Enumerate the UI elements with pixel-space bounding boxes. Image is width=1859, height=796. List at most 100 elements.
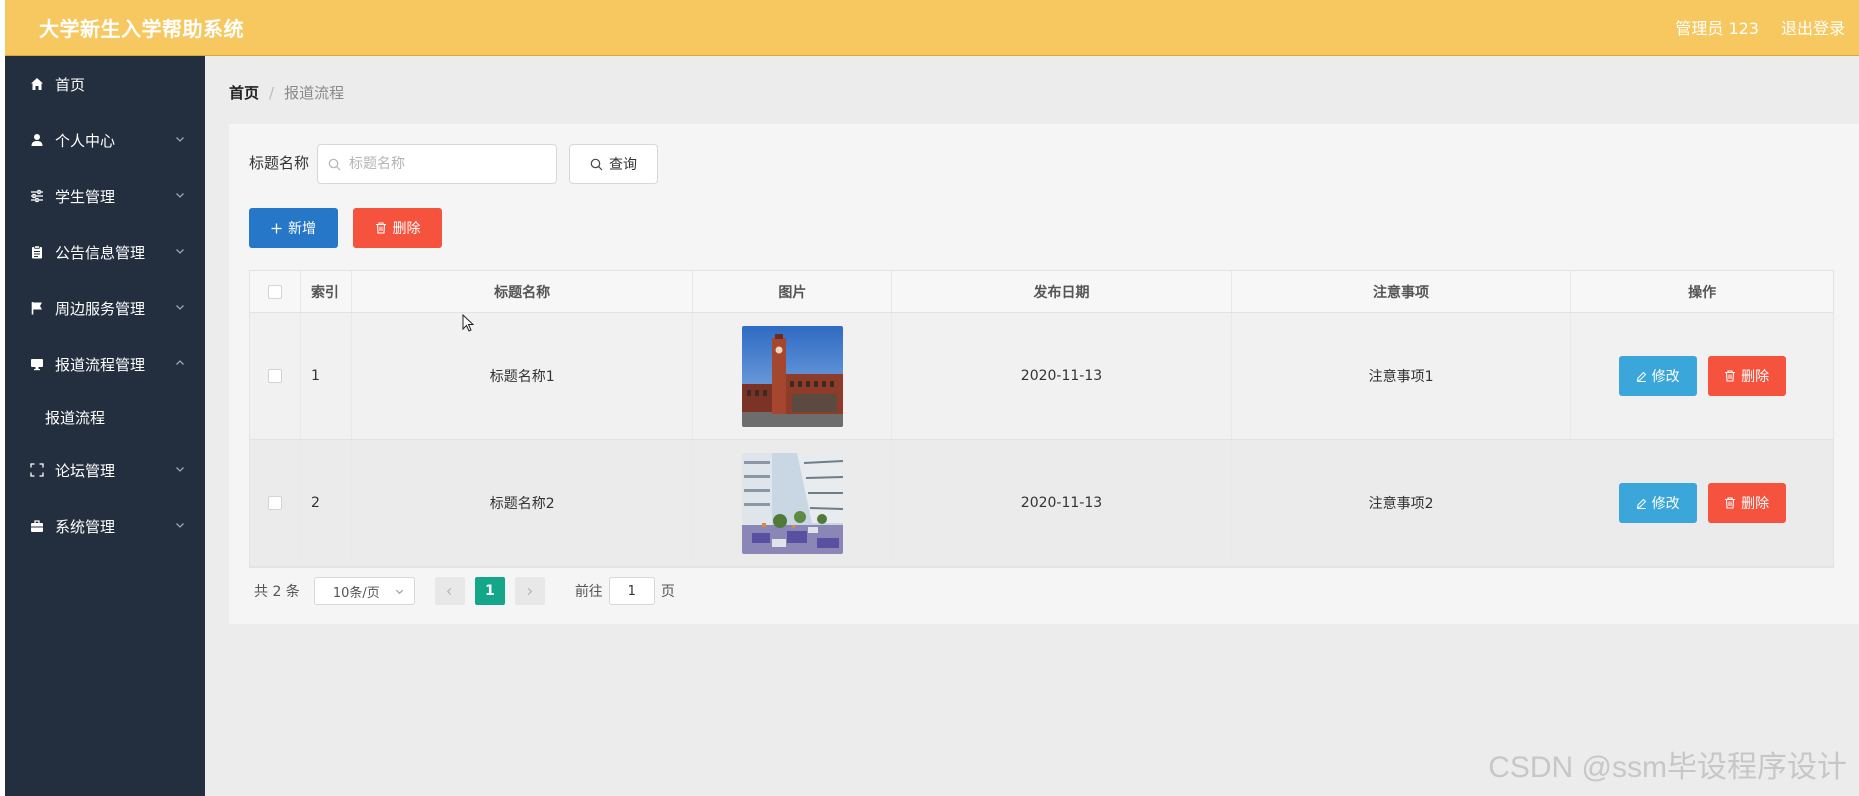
- sidebar-item-label: 个人中心: [55, 131, 116, 150]
- sidebar-item-label: 报道流程管理: [55, 355, 146, 374]
- chevron-down-icon: [176, 467, 184, 472]
- trash-icon: [1725, 497, 1736, 509]
- column-header-actions: 操作: [1688, 284, 1717, 301]
- row-notes: 注意事项1: [1232, 313, 1572, 439]
- breadcrumb-separator: /: [269, 83, 275, 102]
- mouse-cursor-icon: [462, 314, 474, 332]
- search-icon: [590, 158, 603, 170]
- delete-button-label: 删除: [1741, 369, 1770, 385]
- current-user-label: 管理员 123: [1675, 19, 1759, 38]
- edit-icon: [1636, 498, 1646, 509]
- chevron-down-icon: [176, 137, 184, 142]
- breadcrumb-home[interactable]: 首页: [229, 82, 259, 103]
- sidebar-item-personal-center[interactable]: 个人中心: [5, 112, 205, 168]
- add-button-label: 新增: [288, 221, 316, 237]
- row-checkbox[interactable]: [267, 369, 282, 383]
- pagination: 共 2 条 10条/页 1 前往 页: [249, 576, 675, 606]
- row-image-cell: [693, 313, 893, 439]
- list-panel: 标题名称 查询 新增 删除 索引 标题名称 图片 发布日期: [229, 124, 1859, 624]
- sidebar-item-report-process-management[interactable]: 报道流程管理: [5, 336, 205, 392]
- column-header-index: 索引: [301, 271, 352, 312]
- main-content: 首页 / 报道流程 标题名称 查询 新增 删除 索引 标题名称: [205, 56, 1859, 796]
- add-button[interactable]: 新增: [249, 208, 338, 248]
- sidebar-item-system-management[interactable]: 系统管理: [5, 498, 205, 554]
- sidebar-subitem-label: 报道流程: [45, 408, 106, 427]
- row-date: 2020-11-13: [892, 440, 1232, 566]
- chevron-down-icon: [176, 523, 184, 528]
- next-page-button[interactable]: [514, 577, 545, 605]
- search-input[interactable]: [349, 156, 539, 172]
- user-icon: [29, 132, 45, 148]
- row-title: 标题名称1: [352, 313, 694, 439]
- home-icon: [29, 76, 45, 92]
- batch-delete-button[interactable]: 删除: [353, 208, 442, 248]
- edit-button[interactable]: 修改: [1618, 483, 1697, 523]
- campus-courtyard-thumbnail[interactable]: [741, 452, 843, 554]
- chevron-down-icon: [395, 589, 403, 594]
- chevron-right-icon: [528, 587, 533, 595]
- sidebar-item-label: 周边服务管理: [55, 299, 146, 318]
- chevron-up-icon: [176, 360, 184, 365]
- logout-link[interactable]: 退出登录: [1781, 15, 1845, 39]
- sidebar-item-label: 系统管理: [55, 517, 116, 536]
- table-body: 1 标题名称1 2020-11-13 注意事项1 修改 删除 2 标题名称2 2…: [250, 313, 1833, 567]
- delete-button[interactable]: 删除: [1707, 483, 1786, 523]
- header-select-all: [250, 271, 301, 312]
- search-label: 标题名称: [249, 154, 310, 172]
- sidebar-item-student-management[interactable]: 学生管理: [5, 168, 205, 224]
- trash-icon: [1725, 370, 1736, 382]
- row-actions: 修改 删除: [1571, 440, 1833, 566]
- sidebar-item-label: 首页: [55, 75, 86, 94]
- query-button-label: 查询: [609, 157, 637, 173]
- prev-page-button[interactable]: [434, 577, 465, 605]
- edit-button[interactable]: 修改: [1618, 356, 1697, 396]
- sidebar: 首页 个人中心 学生管理 公告信息管理 周边服务管理 报道流程管理 报道流程 论…: [5, 56, 205, 796]
- chevron-down-icon: [176, 249, 184, 254]
- goto-page-input[interactable]: [608, 577, 655, 605]
- column-header-notes: 注意事项: [1232, 271, 1572, 312]
- row-date: 2020-11-13: [892, 313, 1232, 439]
- column-header-date: 发布日期: [892, 271, 1232, 312]
- chevron-down-icon: [176, 305, 184, 310]
- row-index: 2: [301, 440, 352, 566]
- select-all-checkbox[interactable]: [267, 284, 282, 299]
- top-bar: 大学新生入学帮助系统 管理员 123 退出登录: [5, 0, 1859, 56]
- row-title: 标题名称2: [352, 440, 694, 566]
- edit-button-label: 修改: [1651, 369, 1680, 385]
- page-number-button[interactable]: 1: [474, 577, 505, 605]
- delete-button-label: 删除: [1741, 496, 1770, 512]
- trash-icon: [375, 222, 386, 234]
- delete-button[interactable]: 删除: [1707, 356, 1786, 396]
- row-index: 1: [301, 313, 352, 439]
- row-select-cell: [250, 313, 301, 439]
- page-size-value: 10条/页: [332, 585, 380, 601]
- campus-clock-tower-thumbnail[interactable]: [741, 325, 843, 427]
- table-row: 1 标题名称1 2020-11-13 注意事项1 修改 删除: [250, 313, 1833, 440]
- sidebar-item-label: 论坛管理: [55, 461, 116, 480]
- batch-delete-button-label: 删除: [392, 221, 421, 237]
- column-header-title: 标题名称: [352, 271, 694, 312]
- goto-label: 前往: [574, 584, 603, 600]
- column-header-image: 图片: [693, 271, 893, 312]
- sidebar-item-home[interactable]: 首页: [5, 56, 205, 112]
- monitor-icon: [29, 356, 45, 372]
- table-row: 2 标题名称2 2020-11-13 注意事项2 修改 删除: [250, 440, 1833, 567]
- pagination-total: 共 2 条: [254, 584, 300, 600]
- sidebar-subitem-report-process[interactable]: 报道流程: [5, 392, 205, 442]
- flag-icon: [29, 300, 45, 316]
- briefcase-icon: [29, 518, 45, 534]
- breadcrumb-current: 报道流程: [284, 84, 345, 102]
- chevron-left-icon: [447, 587, 452, 595]
- sidebar-item-forum-management[interactable]: 论坛管理: [5, 442, 205, 498]
- page-suffix-label: 页: [660, 584, 675, 600]
- query-button[interactable]: 查询: [569, 144, 658, 184]
- table-header: 索引 标题名称 图片 发布日期 注意事项 操作: [250, 271, 1833, 313]
- edit-button-label: 修改: [1651, 496, 1680, 512]
- sidebar-item-notice-management[interactable]: 公告信息管理: [5, 224, 205, 280]
- row-notes: 注意事项2: [1232, 440, 1572, 566]
- edit-icon: [1636, 371, 1646, 382]
- sidebar-item-nearby-service-management[interactable]: 周边服务管理: [5, 280, 205, 336]
- row-checkbox[interactable]: [267, 496, 282, 510]
- page-size-select[interactable]: 10条/页: [313, 577, 415, 605]
- search-field[interactable]: [317, 144, 557, 184]
